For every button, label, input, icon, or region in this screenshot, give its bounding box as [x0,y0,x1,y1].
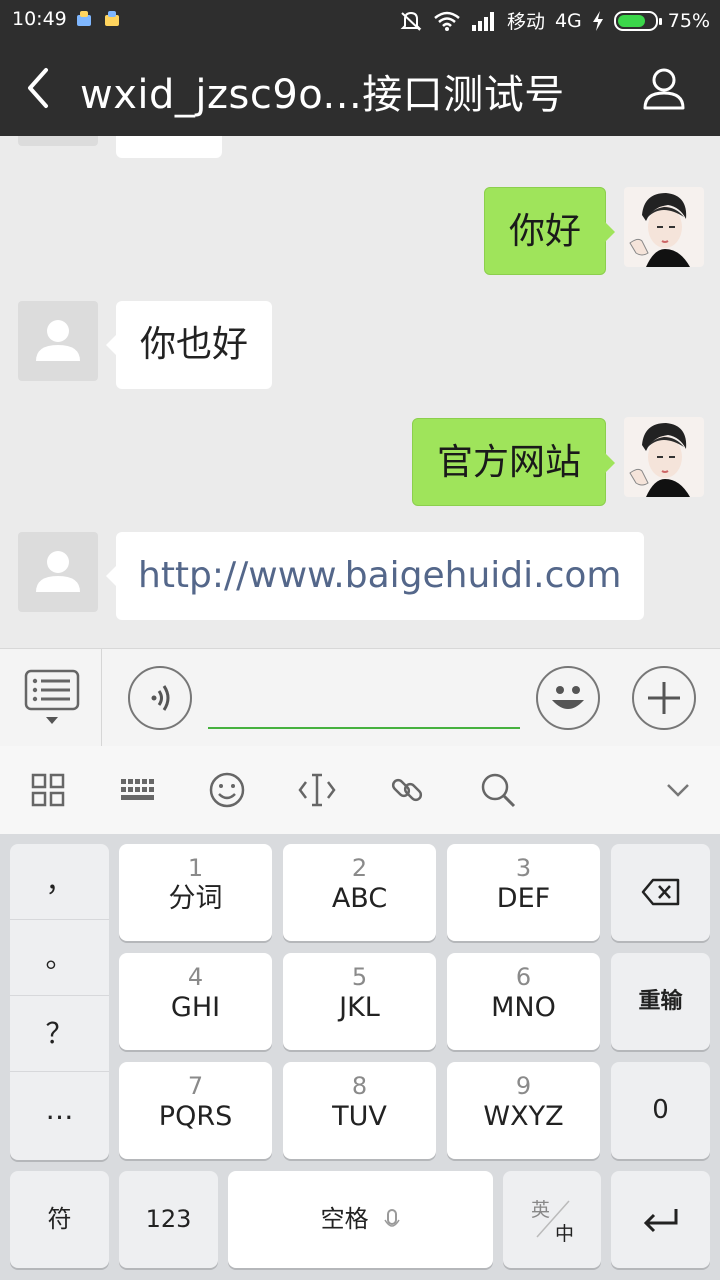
enter-icon [643,1209,677,1233]
key-number: 5 [351,963,368,991]
contact-avatar[interactable] [18,532,98,612]
signal-icon [471,11,494,31]
lang-divider-icon [536,1200,570,1238]
key-label: TUV [332,1101,387,1132]
voice-icon [151,685,170,711]
avatar-portrait-icon [629,423,690,497]
reinput-key[interactable]: 重输 [611,953,710,1050]
contact-avatar[interactable] [18,301,98,381]
charging-icon [592,10,603,31]
network-type: 4G [554,9,582,32]
chevron-down-icon[interactable] [658,770,698,810]
battery-icon [613,10,662,31]
voice-input-button[interactable] [128,666,192,730]
key-label: DEF [496,883,551,914]
message-bubble-outgoing[interactable]: 官方网站 [411,418,616,506]
key-label: ABC [331,883,388,914]
app-notification-icon [105,11,119,26]
punct-key-period[interactable]: 。 [10,920,109,996]
key-number: 6 [515,963,532,991]
battery-level-fill [617,14,645,27]
backspace-icon [641,878,679,906]
message-link[interactable]: http://www.baigehuidi.com [138,555,622,596]
carrier-label: 移动 [506,11,545,33]
link-icon[interactable] [387,770,427,810]
emoji-button[interactable] [536,666,600,730]
key-7[interactable]: 7 PQRS [119,1062,272,1159]
wifi-icon [434,11,460,31]
key-0[interactable]: 0 [611,1062,710,1159]
punct-key-question[interactable]: ？ [10,996,109,1072]
microphone-icon [384,1209,400,1227]
message-bubble-partial [116,136,222,158]
more-options-button[interactable] [632,666,696,730]
my-avatar[interactable] [624,187,704,267]
key-label: MNO [491,992,556,1023]
message-bubble-incoming[interactable]: 你也好 [105,301,273,389]
keyboard-icon[interactable] [117,770,157,810]
my-avatar[interactable] [624,417,704,497]
key-5[interactable]: 5 JKL [283,953,436,1050]
key-8[interactable]: 8 TUV [283,1062,436,1159]
key-label: JKL [339,992,380,1023]
avatar-portrait-icon [629,193,690,267]
key-number: 4 [187,963,204,991]
menu-toggle-button[interactable] [0,649,102,747]
numbers-key[interactable]: 123 [119,1171,218,1268]
chat-title: wxid_jzsc9o...接口测试号 [80,72,565,118]
emoji-icon [552,686,584,709]
message-bubble-incoming: http://www.baigehuidi.com [106,532,644,620]
message-list[interactable]: 你好 你也好 官方网站 http://www.baigehuidi.com [0,136,720,648]
key-label: GHI [170,992,221,1023]
space-key[interactable]: 空格 [228,1171,493,1268]
status-bar: 10:49 移动 4G 75% [0,0,720,40]
key-number: 9 [515,1072,532,1100]
keyboard: ， 。 ？ … 1 分词 2 ABC 3 DEF 4 GHI 5 JKL 6 MNO 重输 … [0,834,720,1280]
key-9[interactable]: 9 WXYZ [447,1062,600,1159]
key-number: 1 [187,854,204,882]
default-avatar-icon [36,320,80,361]
enter-key[interactable] [611,1171,710,1268]
language-switch-key[interactable]: 英 中 [503,1171,601,1268]
cursor-move-icon[interactable] [297,770,337,810]
key-3[interactable]: 3 DEF [447,844,600,941]
key-number: 2 [351,854,368,882]
battery-percent: 75% [667,9,710,32]
key-label: 分词 [168,883,223,914]
key-4[interactable]: 4 GHI [119,953,272,1050]
emoji-keyboard-icon[interactable] [207,770,247,810]
lang-zh-label: 中 [555,1223,575,1245]
app-notification-icon [77,11,91,26]
contact-profile-icon[interactable] [642,66,686,110]
space-label: 空格 [320,1205,369,1233]
key-2[interactable]: 2 ABC [283,844,436,941]
punct-key-comma[interactable]: ， [10,844,109,920]
back-arrow-icon[interactable] [24,66,54,110]
contact-avatar[interactable] [18,136,98,146]
key-label: WXYZ [483,1101,564,1132]
status-time: 10:49 [12,8,67,30]
plus-icon [648,682,680,714]
key-number: 7 [187,1072,204,1100]
key-1[interactable]: 1 分词 [119,844,272,941]
message-bubble-outgoing[interactable]: 你好 [483,187,616,275]
backspace-key[interactable] [611,844,710,941]
key-number: 8 [351,1072,368,1100]
message-input[interactable] [208,669,520,725]
silent-icon [400,11,422,31]
chat-header: wxid_jzsc9o...接口测试号 [0,40,720,136]
key-label: PQRS [158,1101,233,1132]
punct-key-ellipsis[interactable]: … [10,1072,109,1148]
input-underline [208,727,520,729]
search-icon[interactable] [478,770,518,810]
list-menu-icon [24,669,80,724]
key-6[interactable]: 6 MNO [447,953,600,1050]
symbols-key[interactable]: 符 [10,1171,109,1268]
default-avatar-icon [36,551,80,592]
key-number: 3 [515,854,532,882]
chat-input-bar [0,648,720,747]
grid-menu-icon[interactable] [28,770,68,810]
punctuation-column[interactable]: ， 。 ？ … [10,844,109,1160]
keyboard-toolbar [0,746,720,834]
